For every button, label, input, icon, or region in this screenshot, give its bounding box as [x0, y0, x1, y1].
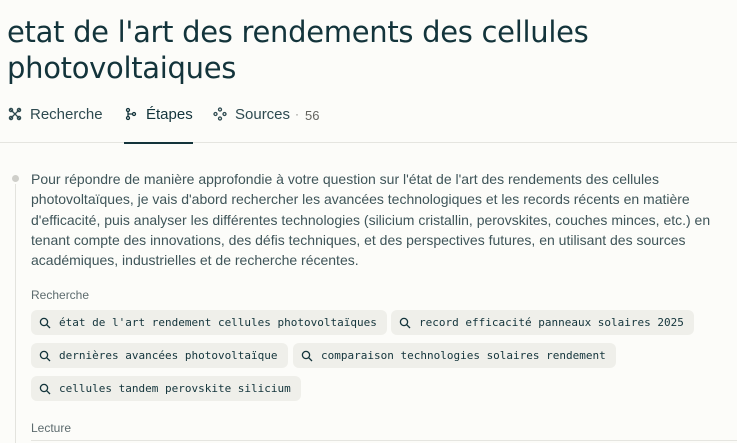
search-query-chip[interactable]: cellules tandem perovskite silicium [31, 376, 301, 401]
search-query-chip[interactable]: état de l'art rendement cellules photovo… [31, 310, 387, 335]
page-title: etat de l'art des rendements des cellule… [7, 15, 589, 85]
search-query-chip[interactable]: dernières avancées photovoltaïque [31, 343, 288, 368]
search-query-chip[interactable]: record efficacité panneaux solaires 2025 [391, 310, 694, 335]
timeline-line [15, 184, 16, 443]
search-query-text: dernières avancées photovoltaïque [59, 349, 278, 362]
tab-sources-label: Sources [235, 106, 291, 123]
sources-count: 56 [305, 108, 320, 123]
sources-icon [213, 107, 229, 123]
search-query-chip[interactable]: comparaison technologies solaires rendem… [293, 343, 616, 368]
search-query-text: état de l'art rendement cellules photovo… [59, 316, 377, 329]
tab-sources[interactable]: Sources · 56 [213, 106, 320, 143]
tab-bar: Recherche Étapes Sources · 56 [0, 100, 737, 144]
timeline-dot [12, 175, 19, 182]
separator-dot: · [295, 107, 300, 121]
tab-research-label: Recherche [30, 106, 103, 123]
tab-research[interactable]: Recherche [8, 106, 103, 143]
search-icon [39, 317, 51, 329]
search-icon [399, 317, 411, 329]
reading-section-label: Lecture [31, 421, 72, 435]
steps-icon [124, 107, 140, 123]
search-query-text: comparaison technologies solaires rendem… [321, 349, 606, 362]
search-icon [301, 350, 313, 362]
step-description: Pour répondre de manière approfondie à v… [31, 171, 711, 269]
search-query-text: record efficacité panneaux solaires 2025 [419, 316, 684, 329]
research-icon [8, 107, 24, 123]
tab-steps-label: Étapes [146, 106, 193, 123]
tab-steps[interactable]: Étapes [124, 106, 193, 144]
search-icon [39, 383, 51, 395]
search-query-text: cellules tandem perovskite silicium [59, 382, 291, 395]
search-section-label: Recherche [31, 288, 90, 302]
search-icon [39, 350, 51, 362]
